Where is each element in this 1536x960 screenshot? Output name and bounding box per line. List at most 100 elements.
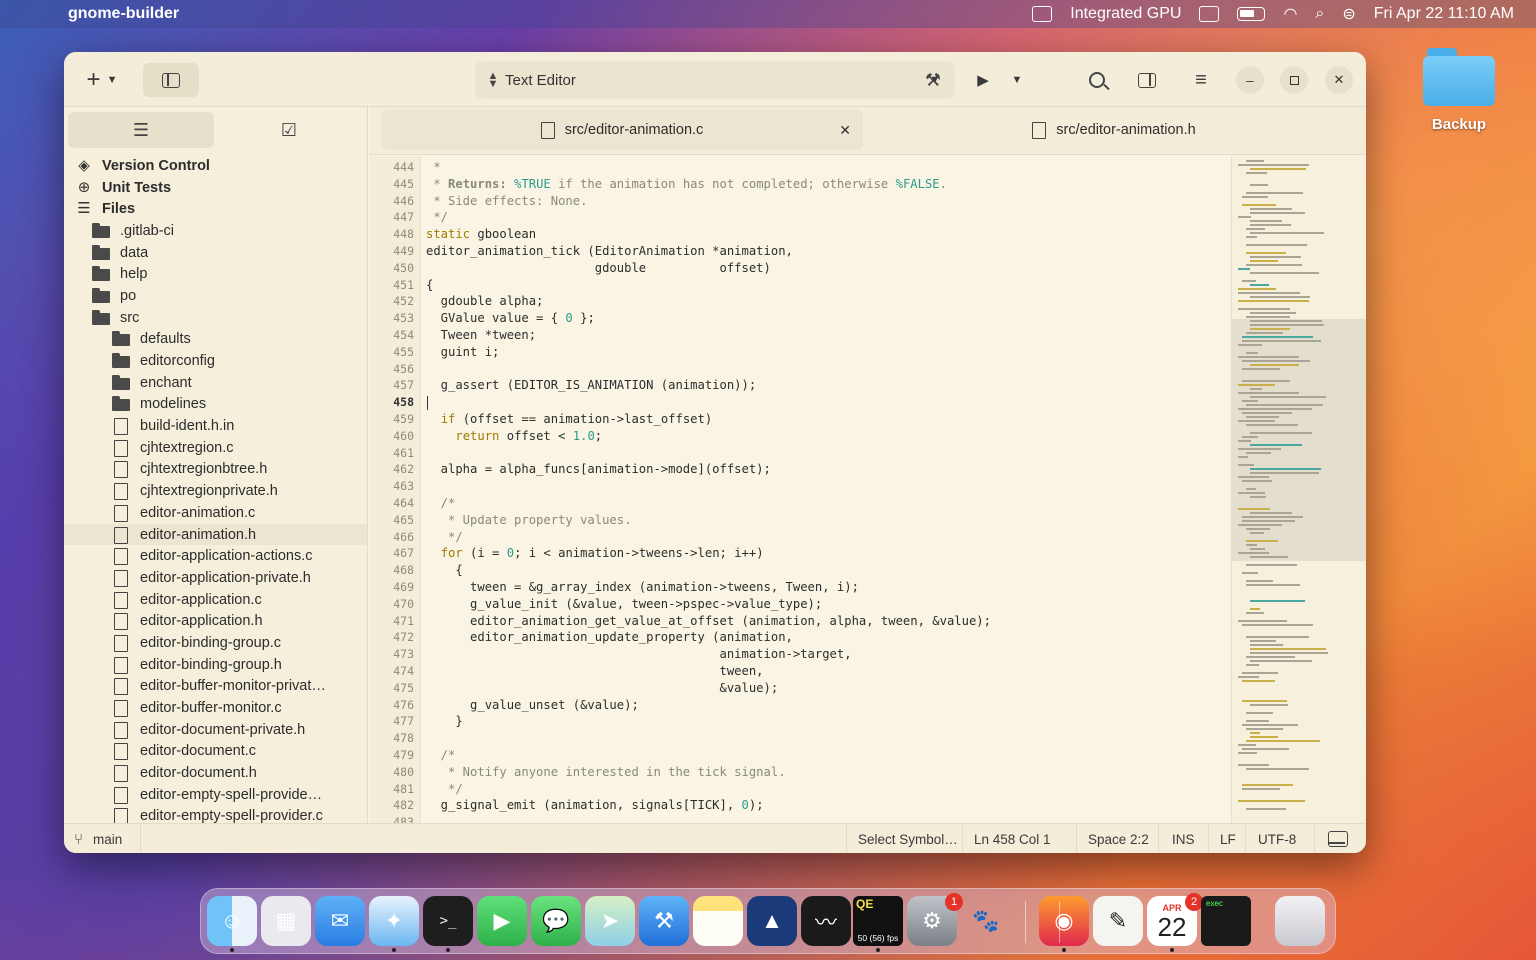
dock-instruments-icon[interactable]: ▲ (747, 896, 797, 946)
code-line[interactable]: 450 gdouble offset) (393, 260, 771, 277)
tree-file[interactable]: editor-buffer-monitor.c (64, 697, 367, 719)
tree-file[interactable]: editor-empty-spell-provider.c (64, 806, 367, 823)
tree-file[interactable]: editor-application-actions.c (64, 545, 367, 567)
tree-file[interactable]: cjhtextregionprivate.h (64, 480, 367, 502)
code-line[interactable]: 471 editor_animation_get_value_at_offset… (393, 613, 991, 630)
tree-file[interactable]: editor-empty-spell-provide… (64, 784, 367, 806)
code-line[interactable]: 456 (393, 361, 426, 378)
code-line[interactable]: 446 * Side effects: None. (393, 193, 587, 210)
symbol-selector[interactable]: Select Symbol… (858, 824, 958, 853)
tab-todo[interactable]: ☑ (216, 112, 362, 148)
dock-messages-icon[interactable]: 💬 (531, 896, 581, 946)
desktop-folder-backup[interactable]: Backup (1414, 44, 1504, 133)
code-line[interactable]: 461 (393, 445, 426, 462)
tree-folder[interactable]: data (64, 242, 367, 264)
control-center-icon[interactable]: ⊜ (1342, 4, 1355, 24)
code-line[interactable]: 469 tween = &g_array_index (animation->t… (393, 579, 859, 596)
tree-folder[interactable]: po (64, 285, 367, 307)
tree-file[interactable]: editor-application.c (64, 589, 367, 611)
tree-folder[interactable]: enchant (64, 372, 367, 394)
code-line[interactable]: 452 gdouble alpha; (393, 293, 543, 310)
code-line[interactable]: 465 * Update property values. (393, 512, 631, 529)
code-line[interactable]: 466 */ (393, 529, 462, 546)
dock-quartz-debug-icon[interactable]: QE 50 (56) fps (853, 896, 903, 946)
dock-firefox-icon[interactable]: ◉ (1039, 896, 1089, 946)
display-icon[interactable] (1032, 6, 1053, 22)
code-line[interactable]: 459 if (offset == animation->last_offset… (393, 411, 712, 428)
tree-folder[interactable]: modelines (64, 394, 367, 416)
tree-folder[interactable]: editorconfig (64, 350, 367, 372)
tree-file[interactable]: editor-document.h (64, 762, 367, 784)
build-menu-button[interactable]: ▼ (920, 63, 950, 97)
code-line[interactable]: 474 tween, (393, 663, 763, 680)
toggle-sidebar-button[interactable] (143, 63, 199, 97)
tree-file[interactable]: editor-buffer-monitor-privat… (64, 676, 367, 698)
run-button[interactable]: ▶ (966, 63, 1000, 97)
encoding-selector[interactable]: UTF-8 (1258, 824, 1296, 853)
code-line[interactable]: 444 * (393, 159, 440, 176)
tree-file[interactable]: editor-application-private.h (64, 567, 367, 589)
code-line[interactable]: 481 */ (393, 781, 462, 798)
tree-section-files[interactable]: ☰ Files (64, 198, 367, 220)
tree-folder[interactable]: src (64, 307, 367, 329)
dock-finder-icon[interactable]: ☺ (207, 896, 257, 946)
tree-folder[interactable]: .gitlab-ci (64, 220, 367, 242)
maximize-button[interactable] (1280, 66, 1308, 94)
close-tab-icon[interactable]: ✕ (839, 122, 851, 139)
code-line[interactable]: 473 animation->target, (393, 646, 851, 663)
tree-file[interactable]: editor-document.c (64, 741, 367, 763)
main-menu-button[interactable]: ≡ (1184, 63, 1218, 97)
code-line[interactable]: 455 guint i; (393, 344, 499, 361)
bottom-panel-toggle-icon[interactable] (1328, 831, 1348, 847)
tab-editor-animation-h[interactable]: src/editor-animation.h (869, 110, 1359, 150)
code-editor[interactable]: 444 * 445 * Returns: %TRUE if the animati… (369, 156, 1231, 823)
tree-file[interactable]: editor-binding-group.c (64, 632, 367, 654)
code-line[interactable]: 448 static gboolean (393, 226, 536, 243)
close-window-button[interactable]: ✕ (1325, 66, 1353, 94)
tree-file[interactable]: cjhtextregionbtree.h (64, 459, 367, 481)
app-menu-name[interactable]: gnome-builder (68, 5, 179, 23)
code-line[interactable]: 445 * Returns: %TRUE if the animation ha… (393, 176, 947, 193)
dock-maps-icon[interactable]: ➤ (585, 896, 635, 946)
code-line[interactable]: 458 (393, 394, 428, 411)
indentation-selector[interactable]: Space 2:2 (1088, 824, 1149, 853)
new-document-button[interactable]: + ▼ (78, 63, 126, 97)
code-line[interactable]: 453 GValue value = { 0 }; (393, 310, 595, 327)
code-line[interactable]: 472 editor_animation_update_property (an… (393, 629, 793, 646)
wifi-icon[interactable]: ◠ (1283, 4, 1297, 24)
tree-file[interactable]: editor-animation.c (64, 502, 367, 524)
tree-folder[interactable]: help (64, 263, 367, 285)
branch-indicator[interactable]: ⑂ main (74, 824, 122, 853)
dock-notes-icon[interactable] (693, 896, 743, 946)
tree-section-vc[interactable]: ◈ Version Control (64, 155, 367, 177)
run-menu-button[interactable]: ▼ (1002, 63, 1032, 97)
code-line[interactable]: 479 /* (393, 747, 455, 764)
code-line[interactable]: 482 g_signal_emit (animation, signals[TI… (393, 797, 763, 814)
dock-facetime-icon[interactable]: ▶ (477, 896, 527, 946)
gpu-status[interactable]: Integrated GPU (1070, 5, 1181, 23)
battery-icon[interactable] (1237, 7, 1266, 21)
dock-launchpad-icon[interactable]: ▦ (261, 896, 311, 946)
code-line[interactable]: 478 (393, 730, 426, 747)
code-line[interactable]: 451 { (393, 277, 433, 294)
tree-folder[interactable]: defaults (64, 329, 367, 351)
tree-file[interactable]: build-ident.h.in (64, 415, 367, 437)
dock-terminal-icon[interactable]: >_ (423, 896, 473, 946)
toggle-panel-button[interactable] (1130, 63, 1164, 97)
insert-mode[interactable]: INS (1172, 824, 1195, 853)
tree-file[interactable]: editor-application.h (64, 610, 367, 632)
dock-trash-icon[interactable] (1275, 896, 1325, 946)
code-line[interactable]: 464 /* (393, 495, 455, 512)
code-line[interactable]: 457 g_assert (EDITOR_IS_ANIMATION (anima… (393, 377, 756, 394)
dock-gimp-icon[interactable]: 🐾 (961, 896, 1011, 946)
code-line[interactable]: 447 */ (393, 209, 448, 226)
code-line[interactable]: 477 } (393, 713, 462, 730)
tree-file[interactable]: editor-binding-group.h (64, 654, 367, 676)
code-line[interactable]: 454 Tween *tween; (393, 327, 536, 344)
line-ending-selector[interactable]: LF (1220, 824, 1236, 853)
code-line[interactable]: 470 g_value_init (&value, tween->pspec->… (393, 596, 822, 613)
dock-activity-monitor-icon[interactable]: 〰 (801, 896, 851, 946)
search-button[interactable] (1080, 63, 1114, 97)
tab-editor-animation-c[interactable]: src/editor-animation.c ✕ (381, 110, 863, 150)
build-target-selector[interactable]: ▲ ▼ Text Editor ⚒ (475, 61, 955, 99)
